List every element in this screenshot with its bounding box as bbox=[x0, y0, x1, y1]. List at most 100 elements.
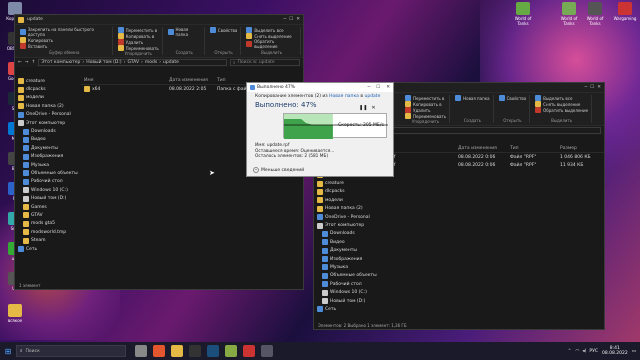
nav-item[interactable]: creature bbox=[314, 179, 378, 187]
start-button[interactable]: ⊞ bbox=[0, 347, 16, 356]
wot-icon[interactable] bbox=[243, 345, 255, 357]
dest-link[interactable]: update bbox=[364, 94, 380, 99]
notifications-icon[interactable]: ▭ bbox=[632, 349, 636, 354]
obs-icon[interactable] bbox=[189, 345, 201, 357]
ribbon-button[interactable]: Снять выделение bbox=[535, 101, 588, 107]
nav-item[interactable]: Windows 10 (C:) bbox=[15, 186, 79, 194]
maximize-button[interactable]: ☐ bbox=[289, 17, 293, 22]
nav-item[interactable]: модели bbox=[15, 94, 79, 102]
ribbon-button[interactable]: Обратить выделение bbox=[535, 107, 588, 113]
nav-item[interactable]: Рабочий стол bbox=[314, 280, 378, 288]
nav-item[interactable]: Games bbox=[15, 203, 79, 211]
nav-item[interactable]: Новый том (D:) bbox=[314, 297, 378, 305]
ribbon-button[interactable]: Свойства bbox=[498, 95, 526, 101]
breadcrumb-item[interactable]: Новый том (D:) bbox=[86, 60, 121, 65]
nav-item[interactable]: Видео bbox=[15, 136, 79, 144]
nav-item[interactable]: Новый том (D:) bbox=[15, 194, 79, 202]
app-icon bbox=[618, 2, 632, 15]
table-row[interactable]: ..pf08.08.2022 0:06Файл "RPF"11 934 КБ bbox=[380, 161, 604, 169]
source-link[interactable]: Новая папка bbox=[329, 94, 359, 99]
taskbar-search[interactable]: ⌕ Поиск bbox=[16, 345, 126, 357]
ribbon-button[interactable]: Новая папка bbox=[167, 27, 201, 37]
nav-item[interactable]: OneDrive - Personal bbox=[314, 213, 378, 221]
nav-item[interactable]: Сеть bbox=[15, 245, 79, 253]
minimize-button[interactable]: ─ bbox=[367, 85, 370, 90]
ribbon-button[interactable]: Вставить bbox=[20, 43, 109, 49]
up-icon[interactable]: ↑ bbox=[32, 60, 36, 65]
language-indicator[interactable]: РУС bbox=[589, 349, 598, 354]
game-icon[interactable] bbox=[225, 345, 237, 357]
nav-item[interactable]: Downloads bbox=[314, 230, 378, 238]
nav-item[interactable]: Этот компьютер bbox=[314, 221, 378, 229]
nav-item[interactable]: Этот компьютер bbox=[15, 119, 79, 127]
task-view-icon[interactable] bbox=[135, 345, 147, 357]
nav-item[interactable]: modsworld.tmp bbox=[15, 228, 79, 236]
nav-item[interactable]: OneDrive - Personal bbox=[15, 111, 79, 119]
pause-button[interactable]: ❚❚ bbox=[359, 105, 367, 111]
ribbon-button[interactable]: Свойства bbox=[209, 27, 237, 33]
clock[interactable]: 8:41 08.08.2022 bbox=[602, 346, 628, 356]
nav-item[interactable]: Windows 10 (C:) bbox=[314, 288, 378, 296]
col-date[interactable]: Дата изменения bbox=[458, 146, 510, 151]
nav-item[interactable]: Steam bbox=[15, 236, 79, 244]
less-details-button[interactable]: ⌃ Меньше сведений bbox=[253, 167, 304, 173]
nav-item[interactable]: Объемные объекты bbox=[15, 169, 79, 177]
nav-item[interactable]: Новая папка (2) bbox=[15, 102, 79, 110]
col-type[interactable]: Тип bbox=[510, 146, 560, 151]
nav-item[interactable]: Музыка bbox=[15, 161, 79, 169]
chrome-icon[interactable] bbox=[153, 345, 165, 357]
ribbon-button[interactable]: Закрепить на панели быстрого доступа bbox=[20, 27, 109, 37]
close-button[interactable]: ✕ bbox=[386, 85, 390, 90]
nav-item[interactable]: Сеть bbox=[314, 305, 378, 313]
nav-item[interactable]: Объемные объекты bbox=[314, 272, 378, 280]
maximize-button[interactable]: ☐ bbox=[376, 85, 380, 90]
breadcrumb-item[interactable]: update bbox=[163, 60, 179, 65]
nav-item[interactable]: Новая папка (2) bbox=[314, 205, 378, 213]
volume-icon[interactable]: ◂) bbox=[582, 349, 586, 354]
nav-item[interactable]: dlcpacks bbox=[314, 188, 378, 196]
nav-item[interactable]: Музыка bbox=[314, 263, 378, 271]
maximize-button[interactable]: ☐ bbox=[590, 85, 594, 90]
nav-item[interactable]: dlcpacks bbox=[15, 85, 79, 93]
back-icon[interactable]: ← bbox=[18, 60, 22, 65]
col-name[interactable]: Имя bbox=[81, 78, 169, 83]
breadcrumb-item[interactable]: mods bbox=[145, 60, 157, 65]
nav-item[interactable]: creature bbox=[15, 77, 79, 85]
desktop-icon[interactable]: World of Tanks bbox=[510, 2, 536, 26]
nav-item[interactable]: mods gta5 bbox=[15, 220, 79, 228]
nav-item[interactable]: Изображения bbox=[314, 255, 378, 263]
minimize-button[interactable]: ─ bbox=[283, 17, 286, 22]
forward-icon[interactable]: → bbox=[25, 60, 29, 65]
col-date[interactable]: Дата изменения bbox=[169, 78, 217, 83]
breadcrumb-item[interactable]: Этот компьютер bbox=[41, 60, 80, 65]
tray-chevron-icon[interactable]: ⌃ bbox=[568, 349, 572, 354]
ribbon-button[interactable]: Новая папка bbox=[455, 95, 490, 101]
close-button[interactable]: ✕ bbox=[597, 85, 601, 90]
cancel-button[interactable]: ✕ bbox=[371, 105, 375, 111]
nav-item[interactable]: Рабочий стол bbox=[15, 178, 79, 186]
ribbon-button[interactable]: Обратить выделение bbox=[246, 39, 297, 49]
col-size[interactable]: Размер bbox=[560, 146, 577, 151]
nav-item[interactable]: Документы bbox=[15, 144, 79, 152]
nav-item[interactable]: модели bbox=[314, 196, 378, 204]
nav-item[interactable]: GTAV bbox=[15, 211, 79, 219]
nav-item[interactable]: Документы bbox=[314, 247, 378, 255]
close-button[interactable]: ✕ bbox=[296, 17, 300, 22]
file-explorer-icon[interactable] bbox=[171, 345, 183, 357]
search-input[interactable]: ⌕ Поиск в: update bbox=[230, 59, 300, 66]
desktop-icon[interactable]: World of Tanks bbox=[556, 2, 582, 26]
table-row[interactable]: ..pf08.08.2022 0:06Файл "RPF"1 046 806 К… bbox=[380, 153, 604, 161]
col-type[interactable]: Тип bbox=[217, 78, 226, 83]
network-icon[interactable]: ◠ bbox=[575, 349, 579, 354]
desktop-icon[interactable]: Wargaming bbox=[612, 2, 638, 21]
steam-icon[interactable] bbox=[207, 345, 219, 357]
app-icon[interactable] bbox=[261, 345, 273, 357]
desktop-icon[interactable]: всякое bbox=[2, 304, 28, 323]
desktop-icon[interactable]: World of Tanks bbox=[582, 2, 608, 26]
nav-item[interactable]: Изображения bbox=[15, 153, 79, 161]
minimize-button[interactable]: ─ bbox=[584, 85, 587, 90]
breadcrumb[interactable]: Этот компьютер › Новый том (D:) › GTAV › mods ›… bbox=[38, 59, 227, 66]
nav-item[interactable]: Downloads bbox=[15, 127, 79, 135]
nav-item[interactable]: Видео bbox=[314, 238, 378, 246]
breadcrumb-item[interactable]: GTAV bbox=[127, 60, 139, 65]
